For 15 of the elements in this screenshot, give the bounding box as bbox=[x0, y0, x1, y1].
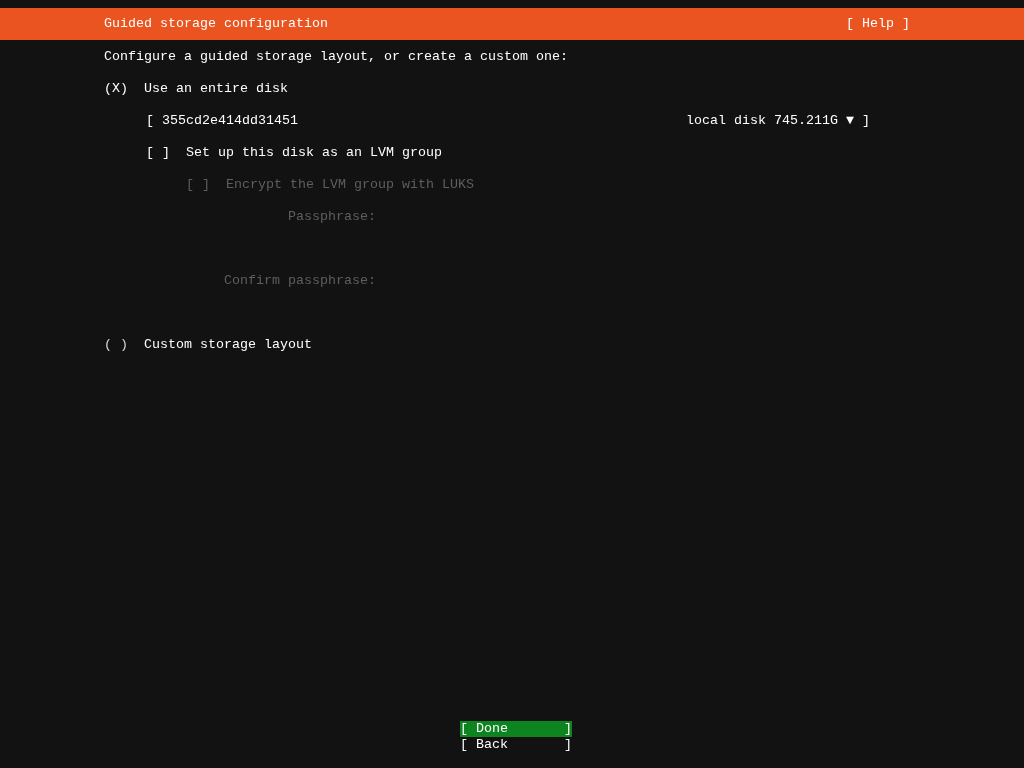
radio-button[interactable]: (X) bbox=[104, 81, 144, 97]
action-button[interactable]: [ Back ] bbox=[460, 737, 572, 753]
checkbox-label: Set up this disk as an LVM group bbox=[186, 145, 442, 161]
option-label: Use an entire disk bbox=[144, 81, 288, 97]
option-label: Custom storage layout bbox=[144, 337, 312, 353]
disk-dropdown[interactable]: [ 355cd2e414dd31451 local disk 745.211G ▼ ] bbox=[146, 113, 870, 129]
screen-title: Guided storage configuration bbox=[104, 16, 328, 32]
field-label: Passphrase: bbox=[287, 209, 376, 225]
intro-text: Configure a guided storage layout, or create a custom one: bbox=[104, 49, 569, 65]
help-button[interactable]: [ Help ] bbox=[846, 16, 910, 32]
radio-button[interactable]: ( ) bbox=[104, 337, 144, 353]
checkbox[interactable]: [ ] bbox=[146, 145, 186, 161]
action-button[interactable]: [ Done ] bbox=[460, 721, 572, 737]
field-label: Confirm passphrase: bbox=[224, 273, 376, 289]
checkbox-label: Encrypt the LVM group with LUKS bbox=[226, 177, 474, 193]
